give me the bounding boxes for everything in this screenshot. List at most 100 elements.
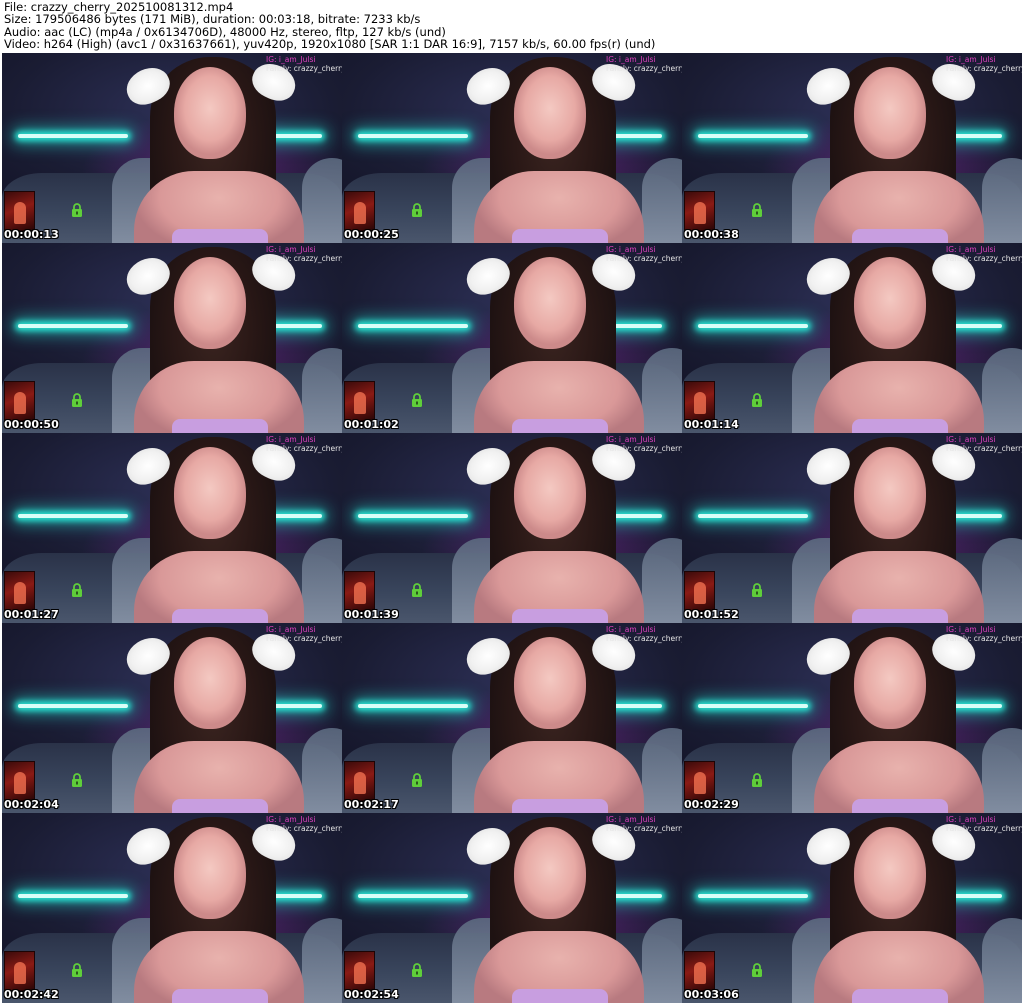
video-frame-4[interactable]: IG: i_am_Julsi Fansly: crazzy_cherry 00:…: [2, 243, 342, 433]
stream-overlay-text: IG: i_am_Julsi Fansly: crazzy_cherry: [266, 815, 342, 833]
lock-icon: [752, 393, 762, 407]
overlay-ig: IG: i_am_Julsi: [606, 245, 656, 254]
video-frame-10[interactable]: IG: i_am_Julsi Fansly: crazzy_cherry 00:…: [2, 623, 342, 813]
overlay-ig: IG: i_am_Julsi: [266, 245, 316, 254]
couch-arm-right: [982, 538, 1022, 623]
person-face: [514, 827, 586, 919]
video-frame-3[interactable]: IG: i_am_Julsi Fansly: crazzy_cherry 00:…: [682, 53, 1022, 243]
poster-thumbnail: [4, 761, 35, 801]
frame-timestamp: 00:00:25: [344, 228, 399, 241]
overlay-fansly: Fansly: crazzy_cherry: [606, 824, 682, 833]
video-frame-13[interactable]: IG: i_am_Julsi Fansly: crazzy_cherry 00:…: [2, 813, 342, 1003]
overlay-ig: IG: i_am_Julsi: [946, 245, 996, 254]
poster-thumbnail: [684, 761, 715, 801]
person-face: [514, 67, 586, 159]
frame-timestamp: 00:03:06: [684, 988, 739, 1001]
lock-icon: [412, 583, 422, 597]
frame-timestamp: 00:00:38: [684, 228, 739, 241]
frame-timestamp: 00:01:27: [4, 608, 59, 621]
overlay-fansly: Fansly: crazzy_cherry: [946, 64, 1022, 73]
poster-thumbnail: [4, 571, 35, 611]
frame-timestamp: 00:00:13: [4, 228, 59, 241]
stream-overlay-text: IG: i_am_Julsi Fansly: crazzy_cherry: [946, 245, 1022, 263]
person-face: [174, 67, 246, 159]
couch-arm-right: [302, 728, 342, 813]
couch-arm-right: [642, 538, 682, 623]
couch-arm-right: [982, 348, 1022, 433]
lock-icon: [412, 393, 422, 407]
poster-thumbnail: [344, 951, 375, 991]
overlay-ig: IG: i_am_Julsi: [266, 55, 316, 64]
lock-icon: [72, 773, 82, 787]
video-frame-14[interactable]: IG: i_am_Julsi Fansly: crazzy_cherry 00:…: [342, 813, 682, 1003]
frame-timestamp: 00:01:52: [684, 608, 739, 621]
overlay-ig: IG: i_am_Julsi: [606, 815, 656, 824]
stream-overlay-text: IG: i_am_Julsi Fansly: crazzy_cherry: [266, 245, 342, 263]
overlay-fansly: Fansly: crazzy_cherry: [606, 634, 682, 643]
overlay-fansly: Fansly: crazzy_cherry: [606, 444, 682, 453]
person-top: [852, 799, 948, 813]
couch-arm-right: [982, 728, 1022, 813]
stream-overlay-text: IG: i_am_Julsi Fansly: crazzy_cherry: [946, 815, 1022, 833]
couch-arm-right: [302, 348, 342, 433]
neon-light-left: [358, 514, 468, 518]
stream-overlay-text: IG: i_am_Julsi Fansly: crazzy_cherry: [266, 435, 342, 453]
lock-icon: [752, 583, 762, 597]
stream-overlay-text: IG: i_am_Julsi Fansly: crazzy_cherry: [266, 55, 342, 73]
person-face: [514, 637, 586, 729]
neon-light-left: [358, 324, 468, 328]
lock-icon: [412, 203, 422, 217]
video-frame-9[interactable]: IG: i_am_Julsi Fansly: crazzy_cherry 00:…: [682, 433, 1022, 623]
video-frame-5[interactable]: IG: i_am_Julsi Fansly: crazzy_cherry 00:…: [342, 243, 682, 433]
poster-thumbnail: [344, 191, 375, 231]
overlay-ig: IG: i_am_Julsi: [946, 435, 996, 444]
person-face: [854, 67, 926, 159]
video-frame-7[interactable]: IG: i_am_Julsi Fansly: crazzy_cherry 00:…: [2, 433, 342, 623]
frame-timestamp: 00:02:17: [344, 798, 399, 811]
video-frame-15[interactable]: IG: i_am_Julsi Fansly: crazzy_cherry 00:…: [682, 813, 1022, 1003]
person-top: [512, 419, 608, 433]
poster-thumbnail: [344, 761, 375, 801]
person-top: [852, 229, 948, 243]
video-frame-11[interactable]: IG: i_am_Julsi Fansly: crazzy_cherry 00:…: [342, 623, 682, 813]
neon-light-left: [698, 514, 808, 518]
overlay-ig: IG: i_am_Julsi: [266, 815, 316, 824]
overlay-fansly: Fansly: crazzy_cherry: [266, 64, 342, 73]
poster-thumbnail: [4, 191, 35, 231]
poster-thumbnail: [684, 191, 715, 231]
video-frame-12[interactable]: IG: i_am_Julsi Fansly: crazzy_cherry 00:…: [682, 623, 1022, 813]
poster-thumbnail: [344, 571, 375, 611]
couch-arm-right: [982, 158, 1022, 243]
lock-icon: [72, 583, 82, 597]
video-frame-1[interactable]: IG: i_am_Julsi Fansly: crazzy_cherry 00:…: [2, 53, 342, 243]
frame-timestamp: 00:02:54: [344, 988, 399, 1001]
stream-overlay-text: IG: i_am_Julsi Fansly: crazzy_cherry: [606, 435, 682, 453]
couch-arm-right: [982, 918, 1022, 1003]
person-top: [512, 989, 608, 1003]
overlay-fansly: Fansly: crazzy_cherry: [946, 444, 1022, 453]
video-frame-2[interactable]: IG: i_am_Julsi Fansly: crazzy_cherry 00:…: [342, 53, 682, 243]
person-top: [852, 989, 948, 1003]
person-face: [854, 827, 926, 919]
video-frame-8[interactable]: IG: i_am_Julsi Fansly: crazzy_cherry 00:…: [342, 433, 682, 623]
couch-arm-right: [302, 538, 342, 623]
stream-overlay-text: IG: i_am_Julsi Fansly: crazzy_cherry: [266, 625, 342, 643]
video-frame-6[interactable]: IG: i_am_Julsi Fansly: crazzy_cherry 00:…: [682, 243, 1022, 433]
frame-timestamp: 00:01:14: [684, 418, 739, 431]
stream-overlay-text: IG: i_am_Julsi Fansly: crazzy_cherry: [946, 55, 1022, 73]
person-top: [172, 989, 268, 1003]
overlay-fansly: Fansly: crazzy_cherry: [606, 254, 682, 263]
couch-arm-right: [642, 728, 682, 813]
stream-overlay-text: IG: i_am_Julsi Fansly: crazzy_cherry: [606, 815, 682, 833]
overlay-fansly: Fansly: crazzy_cherry: [266, 444, 342, 453]
frame-timestamp: 00:02:04: [4, 798, 59, 811]
overlay-ig: IG: i_am_Julsi: [946, 815, 996, 824]
file-size-line: Size: 179506486 bytes (171 MiB), duratio…: [4, 12, 421, 27]
person-top: [512, 229, 608, 243]
person-face: [854, 447, 926, 539]
overlay-fansly: Fansly: crazzy_cherry: [266, 824, 342, 833]
overlay-fansly: Fansly: crazzy_cherry: [946, 824, 1022, 833]
frame-timestamp: 00:01:02: [344, 418, 399, 431]
overlay-fansly: Fansly: crazzy_cherry: [946, 634, 1022, 643]
neon-light-left: [18, 514, 128, 518]
